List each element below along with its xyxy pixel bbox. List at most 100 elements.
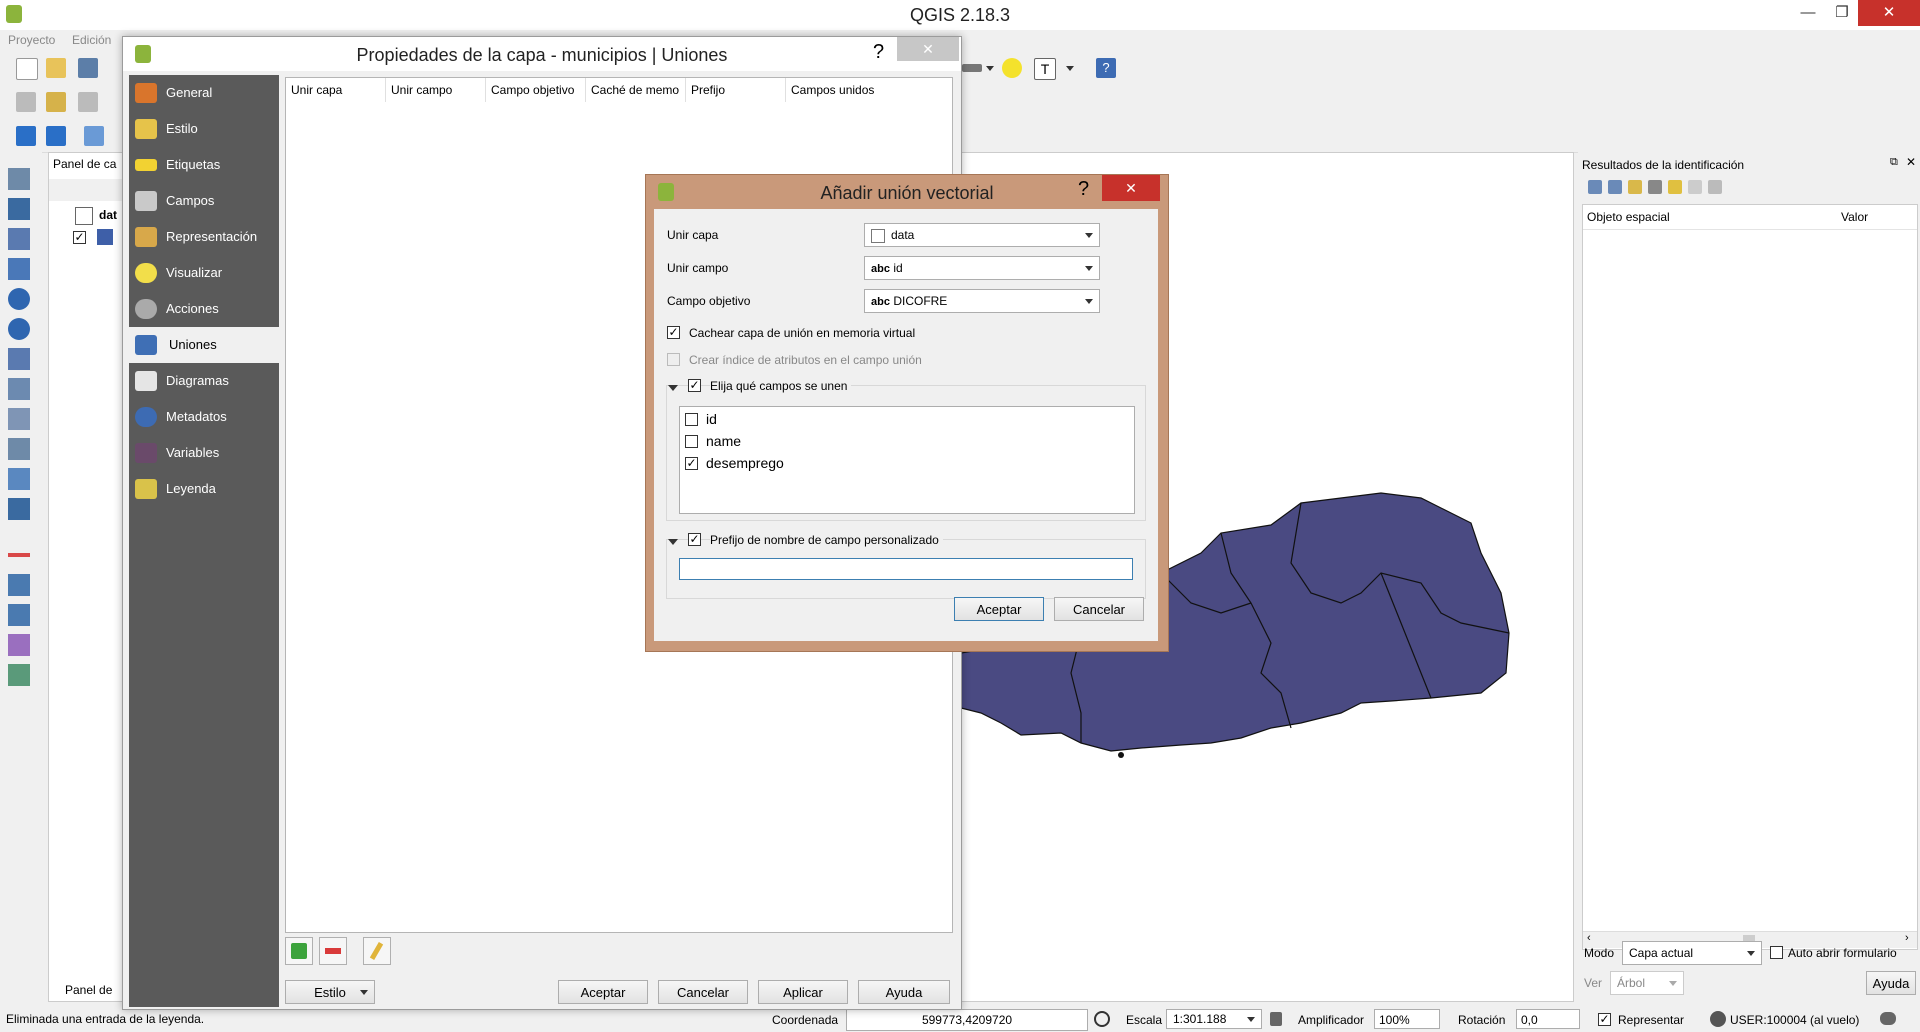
expand-new-icon[interactable]: [1628, 180, 1642, 194]
add-join-button[interactable]: [285, 937, 313, 965]
add-wms-icon[interactable]: [8, 288, 30, 310]
lock-scale-icon[interactable]: [1270, 1012, 1282, 1026]
toggle-edit-icon[interactable]: [46, 92, 66, 112]
nav-etiquetas[interactable]: Etiquetas: [129, 147, 279, 183]
add-vector-layer-icon[interactable]: [8, 168, 30, 190]
nav-visualizar[interactable]: Visualizar: [129, 255, 279, 291]
chevron-down-icon[interactable]: [1066, 66, 1074, 71]
copy-feature-icon[interactable]: [1688, 180, 1702, 194]
nav-leyenda[interactable]: Leyenda: [129, 471, 279, 507]
choose-fields-checkbox[interactable]: ✓: [688, 379, 701, 392]
collapse-prefix-icon[interactable]: [668, 539, 678, 545]
new-gpx-icon[interactable]: [8, 498, 30, 520]
view-select[interactable]: Árbol: [1610, 971, 1684, 995]
collapse-tree-icon[interactable]: [1608, 180, 1622, 194]
text-annotation-icon[interactable]: T: [1034, 58, 1056, 80]
messages-icon[interactable]: [1880, 1012, 1896, 1025]
float-panel-icon[interactable]: ⧉: [1890, 156, 1898, 169]
close-window-button[interactable]: ✕: [1858, 0, 1920, 26]
style-menu-button[interactable]: Estilo: [285, 980, 375, 1004]
digitize-point-icon[interactable]: [8, 553, 30, 557]
add-wcs-icon[interactable]: [8, 318, 30, 340]
move-feature-icon[interactable]: [8, 604, 30, 626]
join-help-button[interactable]: ?: [1078, 178, 1089, 201]
layer-name[interactable]: dat: [99, 208, 117, 222]
chevron-down-icon[interactable]: [986, 66, 994, 71]
identify-icon[interactable]: [16, 126, 36, 146]
prefix-input[interactable]: [679, 558, 1133, 580]
field-desemprego-checkbox[interactable]: ✓: [685, 457, 698, 470]
nav-diagramas[interactable]: Diagramas: [129, 363, 279, 399]
nav-representacion[interactable]: Representación: [129, 219, 279, 255]
field-calculator-icon[interactable]: [8, 634, 30, 656]
magnifier-spinbox[interactable]: 100%: [1374, 1009, 1440, 1029]
add-postgis-icon[interactable]: [8, 228, 30, 250]
scale-select[interactable]: 1:301.188: [1166, 1009, 1262, 1029]
new-project-icon[interactable]: [16, 58, 38, 80]
new-spatialite-icon[interactable]: [8, 468, 30, 490]
topology-icon[interactable]: [8, 664, 30, 686]
add-raster-layer-icon[interactable]: [8, 198, 30, 220]
properties-help-bottom-button[interactable]: Ayuda: [858, 980, 950, 1004]
menu-edicion[interactable]: Edición: [72, 33, 111, 47]
col-target-field[interactable]: Campo objetivo: [486, 78, 586, 102]
open-project-icon[interactable]: [46, 58, 66, 78]
identify-help-button[interactable]: Ayuda: [1866, 971, 1916, 995]
nav-estilo[interactable]: Estilo: [129, 111, 279, 147]
nav-variables[interactable]: Variables: [129, 435, 279, 471]
crs-globe-icon[interactable]: [1710, 1011, 1726, 1027]
coordinate-field[interactable]: 599773,4209720: [846, 1009, 1088, 1031]
field-id-checkbox[interactable]: [685, 413, 698, 426]
prefix-checkbox[interactable]: ✓: [688, 533, 701, 546]
annotation-bubble-icon[interactable]: [1002, 58, 1022, 78]
nav-metadatos[interactable]: Metadatos: [129, 399, 279, 435]
col-joined-fields[interactable]: Campos unidos: [786, 78, 952, 102]
node-tool-icon[interactable]: [8, 574, 30, 596]
nav-campos[interactable]: Campos: [129, 183, 279, 219]
save-edits-icon[interactable]: [78, 92, 98, 112]
edit-pencil-icon[interactable]: [16, 92, 36, 112]
properties-apply-button[interactable]: Aplicar: [758, 980, 848, 1004]
auto-open-checkbox[interactable]: [1770, 946, 1783, 959]
col-prefix[interactable]: Prefijo: [686, 78, 786, 102]
col-join-field[interactable]: Unir campo: [386, 78, 486, 102]
info-icon[interactable]: [46, 126, 66, 146]
join-field-select[interactable]: abc id: [864, 256, 1100, 280]
properties-ok-button[interactable]: Aceptar: [558, 980, 648, 1004]
render-checkbox[interactable]: ✓: [1598, 1013, 1611, 1026]
join-close-button[interactable]: ✕: [1102, 175, 1160, 201]
nav-uniones[interactable]: Uniones: [129, 327, 279, 363]
maximize-button[interactable]: ❐: [1822, 0, 1862, 26]
layer-visibility-checkbox[interactable]: ✓: [73, 231, 86, 244]
help-icon[interactable]: ?: [1096, 58, 1116, 78]
properties-cancel-button[interactable]: Cancelar: [658, 980, 748, 1004]
open-form-icon[interactable]: [1648, 180, 1662, 194]
print-icon[interactable]: [1708, 180, 1722, 194]
crs-label[interactable]: USER:100004 (al vuelo): [1730, 1013, 1859, 1027]
add-wfs-icon[interactable]: [8, 348, 30, 370]
expand-tree-icon[interactable]: [1588, 180, 1602, 194]
add-spatialite-icon[interactable]: [8, 258, 30, 280]
mode-select[interactable]: Capa actual: [1622, 941, 1762, 965]
target-field-select[interactable]: abc DICOFRE: [864, 289, 1100, 313]
add-delimited-text-icon[interactable]: [8, 378, 30, 400]
rotation-spinbox[interactable]: 0,0: [1516, 1009, 1580, 1029]
nav-acciones[interactable]: Acciones: [129, 291, 279, 327]
remove-join-button[interactable]: [319, 937, 347, 965]
query-icon[interactable]: [84, 126, 104, 146]
edit-join-button[interactable]: [363, 937, 391, 965]
properties-help-button[interactable]: ?: [873, 41, 884, 64]
measure-icon[interactable]: [962, 64, 982, 72]
clear-results-icon[interactable]: [1668, 180, 1682, 194]
scroll-left-icon[interactable]: ‹: [1587, 932, 1591, 944]
scroll-right-icon[interactable]: ›: [1905, 932, 1909, 944]
add-virtual-layer-icon[interactable]: [8, 408, 30, 430]
join-ok-button[interactable]: Aceptar: [954, 597, 1044, 621]
menu-proyecto[interactable]: Proyecto: [8, 33, 55, 47]
close-panel-icon[interactable]: ✕: [1906, 155, 1916, 169]
join-cancel-button[interactable]: Cancelar: [1054, 597, 1144, 621]
new-shapefile-icon[interactable]: [8, 438, 30, 460]
index-checkbox[interactable]: [667, 353, 680, 366]
collapse-fields-icon[interactable]: [668, 385, 678, 391]
nav-general[interactable]: General: [129, 75, 279, 111]
